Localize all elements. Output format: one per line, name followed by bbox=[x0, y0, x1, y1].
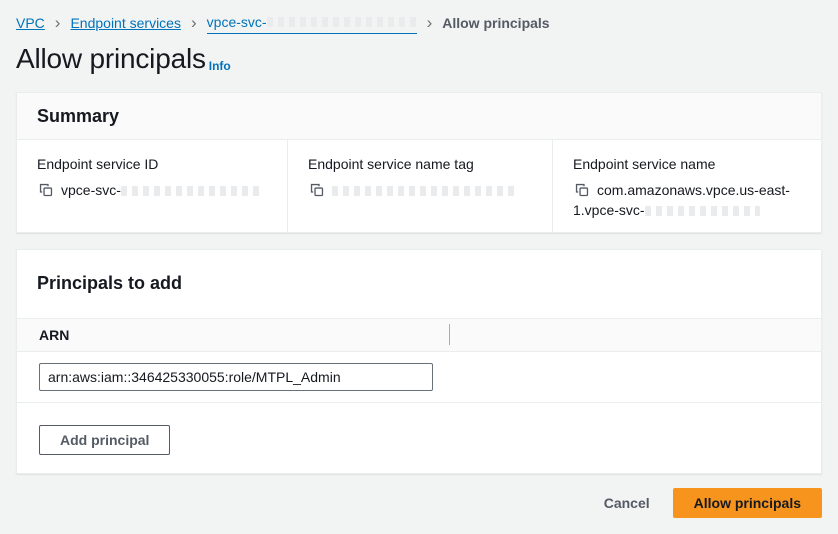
arn-column-header-row: ARN bbox=[17, 318, 821, 352]
breadcrumb-link-endpoint-services[interactable]: Endpoint services bbox=[70, 13, 181, 33]
cancel-button[interactable]: Cancel bbox=[589, 488, 665, 518]
page-title: Allow principals bbox=[16, 42, 206, 76]
copy-icon[interactable] bbox=[310, 183, 324, 197]
redacted-text bbox=[121, 186, 261, 196]
footer-actions: Cancel Allow principals bbox=[16, 488, 822, 518]
summary-body: Endpoint service ID vpce-svc- Endpoint s… bbox=[17, 140, 821, 232]
breadcrumb: VPC › Endpoint services › vpce-svc- › Al… bbox=[16, 12, 822, 34]
principals-card-header: Principals to add bbox=[17, 250, 821, 318]
copy-icon[interactable] bbox=[575, 183, 589, 197]
copy-icon[interactable] bbox=[39, 183, 53, 197]
allow-principals-page: VPC › Endpoint services › vpce-svc- › Al… bbox=[0, 0, 838, 530]
field-label: Endpoint service ID bbox=[37, 154, 267, 174]
breadcrumb-current-page: Allow principals bbox=[442, 13, 549, 33]
chevron-right-icon: › bbox=[426, 15, 434, 31]
field-value: com.amazonaws.vpce.us-east-1.vpce-svc- bbox=[573, 180, 801, 220]
arn-input[interactable] bbox=[39, 363, 433, 391]
field-endpoint-service-id: Endpoint service ID vpce-svc- bbox=[17, 140, 287, 232]
summary-card-header: Summary bbox=[17, 93, 821, 140]
page-title-row: Allow principals Info bbox=[16, 42, 822, 76]
summary-card: Summary Endpoint service ID vpce-svc- En… bbox=[16, 92, 822, 233]
redacted-text bbox=[332, 186, 517, 196]
field-value-text: vpce-svc- bbox=[61, 182, 121, 198]
arn-input-row bbox=[17, 352, 821, 403]
field-value: vpce-svc- bbox=[37, 180, 267, 200]
principals-title: Principals to add bbox=[37, 272, 801, 294]
allow-principals-button[interactable]: Allow principals bbox=[673, 488, 822, 518]
principals-card-footer: Add principal bbox=[17, 403, 821, 473]
field-label: Endpoint service name bbox=[573, 154, 801, 174]
column-divider bbox=[449, 324, 450, 345]
breadcrumb-link-vpc[interactable]: VPC bbox=[16, 13, 45, 33]
principals-to-add-card: Principals to add ARN Add principal bbox=[16, 249, 822, 474]
field-endpoint-service-name: Endpoint service name com.amazonaws.vpce… bbox=[552, 140, 821, 232]
field-endpoint-service-name-tag: Endpoint service name tag bbox=[287, 140, 552, 232]
breadcrumb-link-label: vpce-svc- bbox=[207, 12, 267, 32]
chevron-right-icon: › bbox=[190, 15, 198, 31]
redacted-text bbox=[267, 17, 417, 27]
chevron-right-icon: › bbox=[54, 15, 62, 31]
redacted-text bbox=[645, 206, 760, 216]
info-link[interactable]: Info bbox=[209, 59, 231, 73]
field-value bbox=[308, 180, 532, 200]
field-label: Endpoint service name tag bbox=[308, 154, 532, 174]
add-principal-button[interactable]: Add principal bbox=[39, 425, 170, 455]
breadcrumb-link-endpoint-service-id[interactable]: vpce-svc- bbox=[207, 12, 417, 34]
arn-column-header: ARN bbox=[39, 327, 69, 343]
summary-title: Summary bbox=[37, 105, 801, 127]
